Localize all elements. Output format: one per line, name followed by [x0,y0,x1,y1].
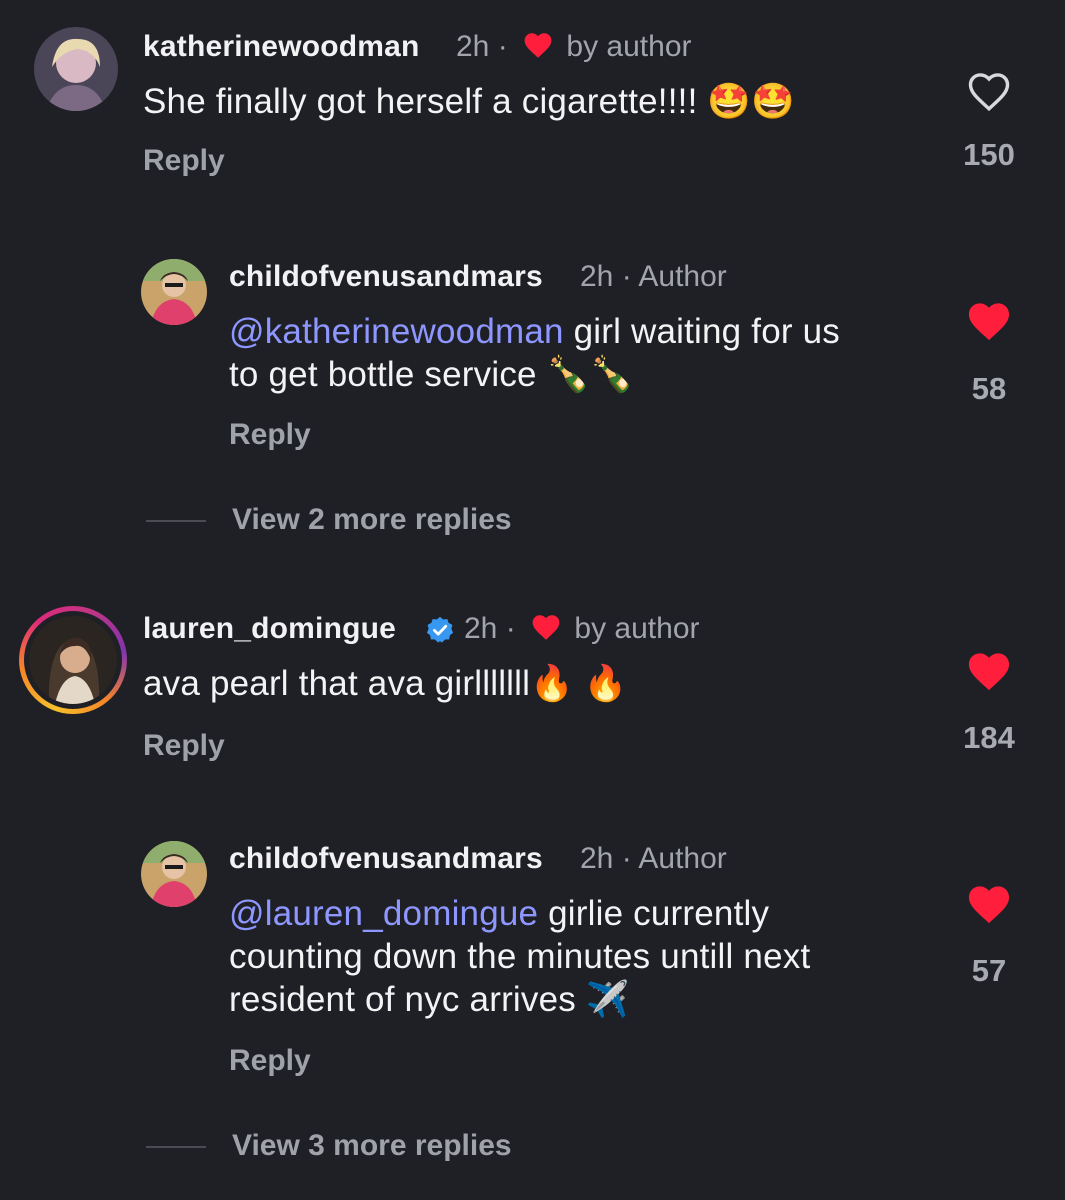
heart-filled-icon [524,33,552,58]
comment-text-line: girl waiting for us [563,312,840,351]
author-badge: Author [638,260,727,293]
mention-link[interactable]: @katherinewoodman [229,312,564,351]
heart-filled-icon[interactable] [966,650,1012,692]
reply-button[interactable]: Reply [229,418,311,452]
comment-meta: 2h · Author [580,260,727,294]
separator: · [621,842,632,875]
comment-text-line: girlie currently [538,894,770,933]
comment-text-line: counting down the minutes untill next [229,937,811,976]
comment-text: @lauren_domingue girlie currently counti… [229,892,810,1021]
reply-button[interactable]: Reply [143,729,225,763]
heart-filled-icon [532,615,560,640]
author-badge: Author [638,842,727,875]
comment-text-line: to get bottle service 🍾🍾 [229,355,635,394]
like-count: 57 [971,953,1007,988]
comment-username[interactable]: childofvenusandmars [229,260,543,294]
avatar [29,616,117,704]
separator: · [621,260,632,293]
comments-thread: katherinewoodman 2h · by author She fina… [0,0,1065,1200]
view-more-replies-button[interactable]: View 3 more replies [232,1129,512,1163]
view-more-divider [146,520,206,522]
comment-text: She finally got herself a cigarette!!!! … [143,82,795,121]
avatar[interactable] [34,27,118,111]
view-more-replies-button[interactable]: View 2 more replies [232,503,512,537]
comment-username[interactable]: lauren_domingue [143,612,396,646]
view-more-divider [146,1146,206,1148]
verified-badge-icon [426,616,454,643]
comment-text: ava pearl that ava girlllllll🔥 🔥 [143,664,628,703]
separator: · [505,612,516,645]
comment-time: 2h [464,612,498,645]
comment-meta: 2h · by author [464,612,700,646]
comment-text-line: resident of nyc arrives ✈️ [229,980,630,1019]
comment-time: 2h [580,260,614,293]
like-count: 184 [963,720,1015,755]
heart-filled-icon[interactable] [966,883,1012,925]
reply-button[interactable]: Reply [143,144,225,178]
avatar-story-ring[interactable] [19,606,127,714]
mention-link[interactable]: @lauren_domingue [229,894,538,933]
comment-username[interactable]: childofvenusandmars [229,842,543,876]
avatar[interactable] [141,259,207,325]
like-count: 150 [963,137,1015,172]
comment-meta: 2h · by author [456,30,692,64]
comment-username[interactable]: katherinewoodman [143,30,420,64]
separator: · [497,30,508,63]
comment-time: 2h [580,842,614,875]
reply-button[interactable]: Reply [229,1044,311,1078]
comment-time: 2h [456,30,490,63]
comment-text: @katherinewoodman girl waiting for us to… [229,310,840,396]
liked-by-author-label: by author [566,30,692,63]
comment-meta: 2h · Author [580,842,727,876]
heart-outline-icon[interactable] [966,70,1012,112]
heart-filled-icon[interactable] [966,300,1012,342]
avatar[interactable] [141,841,207,907]
like-count: 58 [971,371,1007,406]
liked-by-author-label: by author [574,612,700,645]
